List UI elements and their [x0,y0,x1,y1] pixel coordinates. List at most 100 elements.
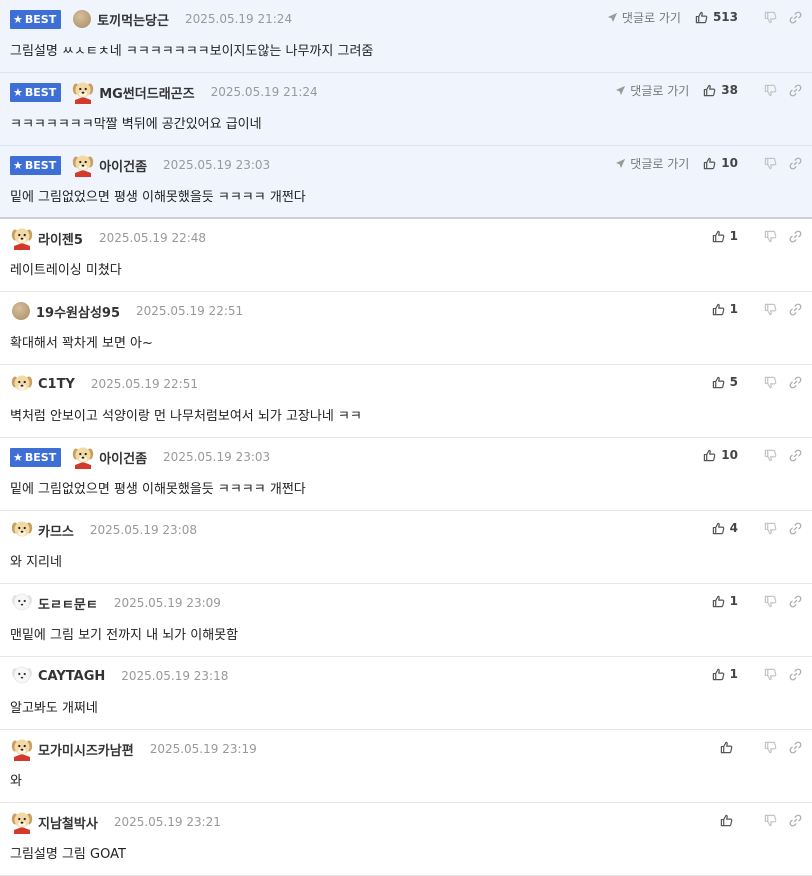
link-icon [789,595,802,607]
thumbs-down-icon [764,668,777,680]
dislike-button[interactable] [764,741,777,754]
comment-date: 2025.05.19 22:48 [98,231,207,245]
nickname[interactable]: MG썬더드래곤즈 [99,83,194,102]
avatar[interactable] [12,302,30,320]
copy-link-button[interactable] [789,157,802,170]
nickname[interactable]: 카므스 [38,521,74,540]
nickname[interactable]: 지남철박사 [38,813,98,832]
like-button[interactable]: 5 [712,375,738,389]
nickname[interactable]: 라이젠5 [38,229,83,248]
star-icon: ★ [13,12,23,26]
copy-link-button[interactable] [789,84,802,97]
best-badge: ★ BEST [10,155,62,175]
comment-item: 모가미시즈카남편 2025.05.19 23:19 와 [0,730,812,803]
copy-link-button[interactable] [789,303,802,316]
dog-avatar-icon [73,155,94,177]
like-button[interactable] [720,814,738,827]
thumbs-up-icon [712,522,724,534]
dislike-button[interactable] [764,668,777,681]
nickname[interactable]: 19수원삼성95 [36,302,120,321]
copy-link-button[interactable] [789,11,802,24]
comment-text: 와 지리네 [10,555,62,570]
dislike-button[interactable] [764,11,777,24]
copy-link-button[interactable] [789,522,802,535]
nickname[interactable]: 토끼먹는당근 [97,10,169,29]
dislike-button[interactable] [764,522,777,535]
dislike-button[interactable] [764,303,777,316]
avatar[interactable] [71,153,95,177]
like-count: 513 [712,10,738,24]
star-icon: ★ [13,450,23,464]
comment-text: 그림설명 그림 GOAT [10,847,126,862]
dislike-button[interactable] [764,376,777,389]
avatar[interactable] [71,445,95,469]
like-button[interactable]: 10 [703,156,738,170]
nickname[interactable]: 도ㄹㅌ문ㅌ [38,594,98,613]
nickname[interactable]: C1TY [38,377,75,392]
best-badge: ★ BEST [10,9,62,29]
comment-date: 2025.05.19 23:21 [113,815,221,829]
avatar[interactable] [10,372,34,396]
avatar[interactable] [10,810,34,834]
like-button[interactable] [720,741,738,754]
like-button[interactable]: 38 [703,83,738,97]
dog-avatar-icon [73,447,94,469]
copy-link-button[interactable] [789,668,802,681]
comment-text: 그림설명 ㅆㅅㅌㅊ네 ㅋㅋㅋㅋㅋㅋㅋ보이지도않는 나무까지 그려줌 [10,44,374,59]
link-icon [789,668,802,680]
like-button[interactable]: 1 [712,667,738,681]
go-to-reply-link[interactable]: 댓글로 가기 [615,82,689,99]
comment-item: ★ BEST 아이건좀 2025.05.19 23:03 밑에 그림없었으면 평… [0,146,812,219]
like-button[interactable]: 1 [712,302,738,316]
link-icon [789,376,802,388]
like-button[interactable]: 10 [703,448,738,462]
comment-actions: 댓글로 가기 513 [607,8,802,26]
nickname[interactable]: 모가미시즈카남편 [38,740,134,759]
copy-link-button[interactable] [789,449,802,462]
avatar[interactable] [10,664,34,688]
like-count: 5 [729,375,738,389]
comment-text: 벽처럼 안보이고 석양이랑 먼 나무처럼보여서 뇌가 고장나네 ㅋㅋ [10,409,362,424]
dog-avatar-icon [11,375,33,391]
thumbs-up-icon [712,303,724,315]
comment-actions: 4 [712,519,802,537]
copy-link-button[interactable] [789,230,802,243]
copy-link-button[interactable] [789,741,802,754]
dislike-button[interactable] [764,230,777,243]
avatar[interactable] [73,10,92,28]
go-to-reply-link[interactable]: 댓글로 가기 [607,9,681,26]
avatar[interactable] [10,737,34,761]
comment-date: 2025.05.19 23:03 [163,450,271,464]
comment-item: 라이젠5 2025.05.19 22:48 레이트레이싱 미쳤다 1 [0,219,812,292]
nickname[interactable]: 아이건좀 [99,448,147,467]
thumbs-up-icon [712,668,724,680]
copy-link-button[interactable] [789,595,802,608]
avatar[interactable] [71,80,95,104]
link-icon [789,814,802,826]
comment-meta: C1TY 2025.05.19 22:51 [10,373,198,395]
comment-meta: ★ BEST 토끼먹는당근 2025.05.19 21:24 [10,8,292,30]
go-to-reply-link[interactable]: 댓글로 가기 [615,155,689,172]
dislike-button[interactable] [764,814,777,827]
dislike-button[interactable] [764,449,777,462]
copy-link-button[interactable] [789,814,802,827]
avatar[interactable] [10,226,34,250]
like-button[interactable]: 4 [712,521,738,535]
like-button[interactable]: 1 [712,594,738,608]
dislike-button[interactable] [764,157,777,170]
comment-date: 2025.05.19 21:24 [210,85,318,99]
comment-text: 맨밑에 그림 보기 전까지 내 뇌가 이해못함 [10,628,239,643]
nickname[interactable]: 아이건좀 [99,156,147,175]
avatar[interactable] [10,518,34,542]
dislike-button[interactable] [764,595,777,608]
comment-meta: 19수원삼성95 2025.05.19 22:51 [10,300,243,322]
dislike-button[interactable] [764,84,777,97]
like-button[interactable]: 1 [712,229,738,243]
comment-text: 밑에 그림없었으면 평생 이해못했을듯 ㅋㅋㅋㅋ 개쩐다 [10,482,306,497]
thumbs-up-icon [695,11,708,23]
nickname[interactable]: CAYTAGH [38,669,105,684]
copy-link-button[interactable] [789,376,802,389]
like-button[interactable]: 513 [695,10,738,24]
comment-date: 2025.05.19 21:24 [184,12,293,26]
avatar[interactable] [10,591,34,615]
